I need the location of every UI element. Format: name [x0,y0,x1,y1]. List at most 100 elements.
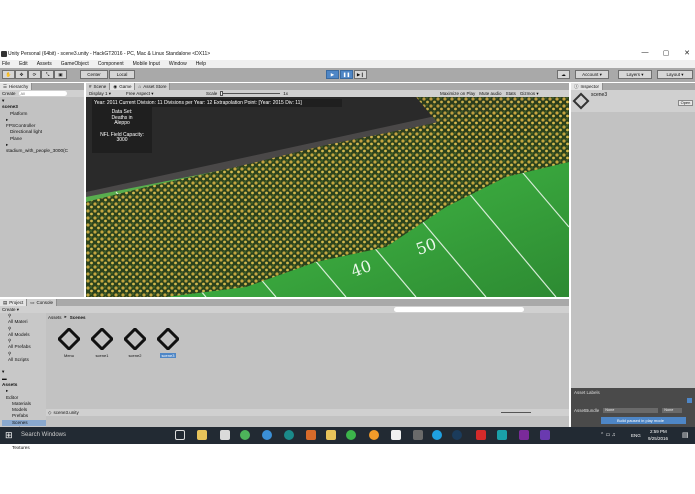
assetbundle-dropdown[interactable]: None [603,408,659,413]
tree-item[interactable]: ▸ stadium_with_people_3000(C [2,142,82,155]
visual-studio-icon[interactable] [540,430,550,440]
tab-hierarchy[interactable]: ☰ Hierarchy [0,83,33,90]
folder-item[interactable]: Textures [2,445,46,451]
aspect-dropdown[interactable]: Free Aspect ▾ [126,91,206,97]
chrome-icon[interactable] [240,430,250,440]
layout-dropdown[interactable]: Layout ▾ [657,70,693,79]
inspector-panel: ⓘ Inspector scene3 Open [571,83,695,388]
windows-start-icon[interactable]: ⊞ [5,430,13,441]
steam-icon[interactable] [452,430,462,440]
unity-logo-icon [1,51,7,57]
gizmos-dropdown[interactable]: Gizmos ▾ [520,91,539,97]
language-indicator[interactable]: ENG [631,433,641,438]
close-button[interactable]: ✕ [680,49,694,57]
folder-app-icon[interactable] [326,430,336,440]
menu-gameobject[interactable]: GameObject [61,61,89,67]
orange-app-icon[interactable] [369,430,379,440]
display-dropdown[interactable]: Display 1 ▾ [89,91,126,97]
move-tool-button[interactable]: ✥ [15,70,28,79]
minimize-button[interactable]: — [638,49,652,56]
scene-asset-scene3-selected[interactable]: scene3 [155,326,181,358]
dataset-value-line2: Aleppo [114,120,130,126]
project-breadcrumb: Assets ▸ Scenes [48,314,86,320]
edge-icon[interactable] [262,430,272,440]
unity-scene-icon [155,326,181,352]
layers-dropdown[interactable]: Layers ▾ [618,70,652,79]
assets-root-folder[interactable]: ▾ ▬ Assets [2,369,46,388]
rect-tool-button[interactable]: ▣ [54,70,67,79]
favorite-item[interactable]: ⚲ All Materi [2,313,46,326]
breadcrumb-scenes[interactable]: Scenes [70,315,86,320]
game-tab-label: Game [119,84,132,89]
matlab-icon[interactable] [306,430,316,440]
tab-game[interactable]: ◉ Game [110,83,136,90]
play-button[interactable]: ▶ [326,70,339,79]
mute-audio-toggle[interactable]: Mute audio [479,91,501,96]
file-explorer-icon[interactable] [197,430,207,440]
menu-edit[interactable]: Edit [19,61,28,67]
store-icon[interactable] [220,430,230,440]
pivot-local-button[interactable]: Local [109,70,135,79]
menu-assets[interactable]: Assets [37,61,52,67]
tab-asset-store[interactable]: ⌂ Asset Store [135,83,171,90]
scene-asset-scene1[interactable]: scene1 [89,326,115,358]
scale-slider-handle[interactable] [220,91,224,96]
taskbar-search-box[interactable]: Search Windows [21,432,66,438]
app-3-icon[interactable] [497,430,507,440]
game-view[interactable]: Year: 2011 Current Division: 11 Division… [86,97,569,297]
menu-file[interactable]: File [2,61,10,67]
create-dropdown[interactable]: Create [2,91,16,96]
project-create-dropdown[interactable]: Create ▾ [2,307,19,313]
open-button[interactable]: Open [678,100,693,106]
tab-scene[interactable]: # Scene [86,83,111,90]
favorite-item[interactable]: ⚲ All Prefabs [2,338,46,351]
pivot-center-button[interactable]: Center [80,70,108,79]
tray-icons[interactable]: ⌃ ▭ ♫ [600,432,615,438]
acrobat-icon[interactable] [476,430,486,440]
folder-item[interactable]: ▸ Editor [2,388,46,401]
stats-toggle[interactable]: Stats [506,91,516,96]
tab-inspector[interactable]: ⓘ Inspector [571,83,604,90]
icon-size-slider[interactable] [500,412,531,413]
scene-asset-scene2[interactable]: scene2 [122,326,148,358]
cloud-icon[interactable]: ☁ [557,70,570,79]
clock-time[interactable]: 2:59 PM [650,429,667,434]
menu-component[interactable]: Component [98,61,124,67]
project-footer: ◇ scene3.unity [46,409,569,416]
onenote-icon[interactable] [519,430,529,440]
rotate-tool-button[interactable]: ⟳ [28,70,41,79]
hand-tool-button[interactable]: ✋ [2,70,15,79]
green-app-icon[interactable] [346,430,356,440]
scene-asset-menu[interactable]: Menu [56,326,82,358]
assetbundle-variant-dropdown[interactable]: None [662,408,683,413]
menu-window[interactable]: Window [169,61,187,67]
menu-mobile-input[interactable]: Mobile Input [133,61,160,67]
scale-slider[interactable] [220,91,281,96]
project-create-label: Create [2,306,16,312]
step-button[interactable]: ▶❙ [354,70,367,79]
notification-icon[interactable]: ▤ [682,431,689,439]
maximize-button[interactable]: ▢ [659,49,673,57]
tab-console[interactable]: ▭ Console [27,299,58,306]
account-dropdown[interactable]: Account ▾ [575,70,609,79]
menu-help[interactable]: Help [196,61,206,67]
arduino-icon[interactable] [284,430,294,440]
camera-app-icon[interactable] [413,430,423,440]
favorite-item[interactable]: ⚲ All Scripts [2,351,46,364]
tab-project[interactable]: ▤ Project [0,299,28,306]
game-tab-icon: ◉ [113,83,118,89]
unity-taskbar-icon[interactable] [391,430,401,440]
tree-item[interactable]: ▸ FPSController [2,117,82,130]
pause-button[interactable]: ❚❚ [340,70,353,79]
project-search-input[interactable] [394,307,525,312]
scale-tool-button[interactable]: ⤡ [41,70,54,79]
clock-date[interactable]: 9/25/2016 [648,436,668,441]
scene-root[interactable]: ▾ scene3 [2,98,82,111]
asset-labels-tag-icon[interactable] [687,398,692,403]
favorite-item[interactable]: ⚲ All Models [2,326,46,339]
maximize-on-play-toggle[interactable]: Maximize on Play [440,91,475,96]
skype-icon[interactable] [432,430,442,440]
breadcrumb-assets[interactable]: Assets [48,315,62,320]
hierarchy-search-input[interactable]: All [18,91,67,96]
task-view-icon[interactable] [175,430,185,440]
